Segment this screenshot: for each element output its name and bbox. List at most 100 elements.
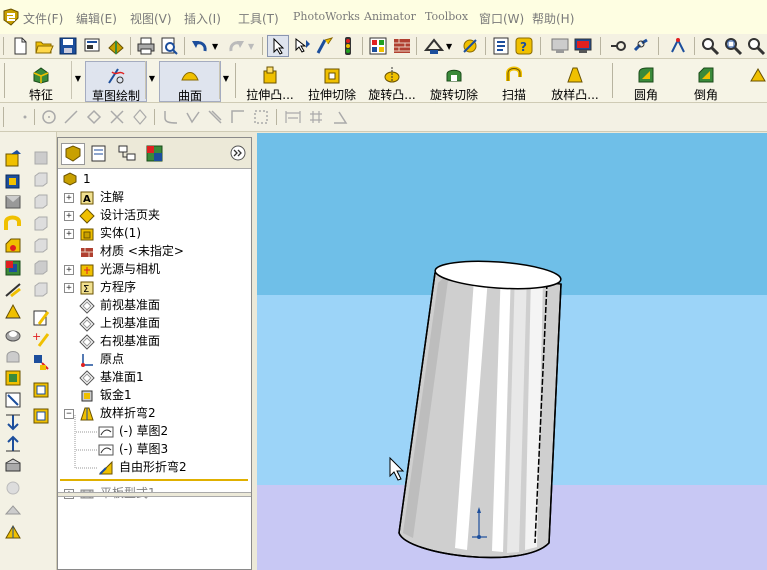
new-document-icon[interactable] <box>10 36 30 56</box>
tree-item-material[interactable]: 材质 <未指定> <box>64 243 249 260</box>
expand-plus-icon[interactable]: + <box>64 193 74 203</box>
traffic-light-icon[interactable] <box>338 36 358 56</box>
sweep-side-icon[interactable] <box>3 214 23 234</box>
corner-rect-icon[interactable] <box>229 108 247 126</box>
tree-item-design-binder[interactable]: + 设计活页夹 <box>64 207 249 224</box>
toolbox-icon[interactable] <box>424 36 444 56</box>
menu-help[interactable]: 帮助(H) <box>532 10 574 27</box>
flex-side-icon[interactable] <box>3 456 23 476</box>
view-orientation-icon[interactable] <box>668 36 688 56</box>
draft-side-icon[interactable] <box>3 302 23 322</box>
zoom-to-fit-icon[interactable] <box>700 36 720 56</box>
sketch-pencil-icon[interactable] <box>31 308 51 328</box>
tree-root[interactable]: 1 <box>62 171 247 188</box>
sketch-tools-icon[interactable] <box>460 36 480 56</box>
menu-edit[interactable]: 编辑(E) <box>76 10 117 27</box>
trim-icon[interactable] <box>108 108 126 126</box>
menu-toolbox[interactable]: Toolbox <box>425 10 468 23</box>
box-grey-6-icon[interactable] <box>31 258 51 278</box>
box-grey-1-icon[interactable] <box>31 148 51 168</box>
print-preview-magnifier-icon[interactable] <box>159 36 179 56</box>
print-icon[interactable] <box>136 36 156 56</box>
features-tab-button[interactable]: 特征 <box>12 61 70 102</box>
polygon-icon[interactable] <box>85 108 103 126</box>
undo-icon[interactable] <box>190 36 210 56</box>
window-tile-icon[interactable] <box>550 36 570 56</box>
offset-entities-icon[interactable] <box>31 406 51 426</box>
solidworks-logo-icon[interactable] <box>2 8 20 26</box>
add-relation-icon[interactable]: + <box>31 330 51 350</box>
zoom-area-icon[interactable] <box>723 36 743 56</box>
menu-insert[interactable]: 插入(I) <box>184 10 221 27</box>
offset-icon[interactable] <box>184 108 202 126</box>
shell-side-icon[interactable] <box>3 258 23 278</box>
tree-item-sheet-metal1[interactable]: 钣金1 <box>64 387 249 404</box>
extrude-cut-side-icon[interactable] <box>3 170 23 190</box>
point-icon[interactable] <box>16 108 34 126</box>
rollback-bar[interactable] <box>60 479 248 481</box>
tree-item-freeform-bend2[interactable]: 自由形折弯2 <box>64 451 249 476</box>
deform-side-icon[interactable] <box>3 500 23 520</box>
angle-icon[interactable] <box>331 108 349 126</box>
menu-tools[interactable]: 工具(T) <box>238 10 279 27</box>
configuration-manager-tab-icon[interactable] <box>116 143 138 163</box>
save-icon[interactable] <box>58 36 78 56</box>
wrap-side-icon[interactable] <box>3 478 23 498</box>
select-arrow-icon[interactable] <box>267 35 289 57</box>
surfaces-dropdown-icon[interactable]: ▼ <box>219 61 232 99</box>
revolve-cut-button[interactable]: 旋转切除 <box>426 61 482 102</box>
grid-icon[interactable] <box>307 108 325 126</box>
make-drawing-icon[interactable] <box>106 36 126 56</box>
extrude-boss-side-icon[interactable] <box>3 148 23 168</box>
expand-plus-icon[interactable]: + <box>64 211 74 221</box>
menu-file[interactable]: 文件(F) <box>23 10 63 27</box>
brick-wall-icon[interactable] <box>392 36 412 56</box>
rebuild-icon[interactable] <box>315 36 335 56</box>
loft-side-icon[interactable] <box>3 192 23 212</box>
indent-side-icon[interactable] <box>3 434 23 454</box>
zoom-in-out-icon[interactable] <box>746 36 766 56</box>
property-manager-tab-icon[interactable] <box>88 143 110 163</box>
help-icon[interactable]: ? <box>514 36 534 56</box>
construction-rect-icon[interactable] <box>252 108 270 126</box>
box-grey-7-icon[interactable] <box>31 280 51 300</box>
properties-icon[interactable] <box>491 36 511 56</box>
diamond-icon[interactable] <box>131 108 149 126</box>
appearance-icon[interactable] <box>608 36 628 56</box>
tree-item-plane1[interactable]: 基准面1 <box>64 369 249 386</box>
expand-panel-chevron-icon[interactable] <box>230 145 246 161</box>
move-body-side-icon[interactable] <box>3 390 23 410</box>
tree-item-right-plane[interactable]: 右视基准面 <box>64 333 249 350</box>
box-grey-2-icon[interactable] <box>31 170 51 190</box>
dome-side-icon[interactable] <box>3 346 23 366</box>
surfaces-tab-button[interactable]: 曲面 <box>159 61 221 103</box>
print-preview-icon[interactable] <box>82 36 102 56</box>
expand-plus-icon[interactable]: + <box>64 229 74 239</box>
split-line-side-icon[interactable] <box>3 412 23 432</box>
rib-side-icon[interactable] <box>3 280 23 300</box>
menu-view[interactable]: 视图(V) <box>130 10 172 27</box>
graphics-area[interactable] <box>257 133 767 570</box>
loft-boss-button[interactable]: 放样凸... <box>546 61 604 102</box>
expand-plus-icon[interactable]: + <box>64 283 74 293</box>
tree-item-top-plane[interactable]: 上视基准面 <box>64 315 249 332</box>
box-grey-4-icon[interactable] <box>31 214 51 234</box>
pane-splitter[interactable] <box>58 492 251 497</box>
features-dropdown-icon[interactable]: ▼ <box>71 61 84 99</box>
undo-dropdown-icon[interactable]: ▼ <box>212 42 218 51</box>
tree-item-front-plane[interactable]: 前视基准面 <box>64 297 249 314</box>
monitor-icon[interactable] <box>573 36 593 56</box>
box-grey-3-icon[interactable] <box>31 192 51 212</box>
sweep-button[interactable]: 扫描 <box>494 61 534 102</box>
appearance-manager-tab-icon[interactable] <box>144 143 166 163</box>
fillet-sketch-icon[interactable] <box>162 108 180 126</box>
menu-animator[interactable]: Animator <box>364 10 416 23</box>
circle-icon[interactable] <box>40 108 58 126</box>
tree-item-annotations[interactable]: + A 注解 <box>64 189 249 206</box>
tree-item-solid-bodies[interactable]: + 实体(1) <box>64 225 249 242</box>
revolve-boss-button[interactable]: 旋转凸... <box>364 61 420 102</box>
tree-item-lights-cameras[interactable]: + 光源与相机 <box>64 261 249 278</box>
cavity-side-icon[interactable] <box>3 368 23 388</box>
tree-item-equations[interactable]: + Σ 方程序 <box>64 279 249 296</box>
menu-window[interactable]: 窗口(W) <box>479 10 524 27</box>
